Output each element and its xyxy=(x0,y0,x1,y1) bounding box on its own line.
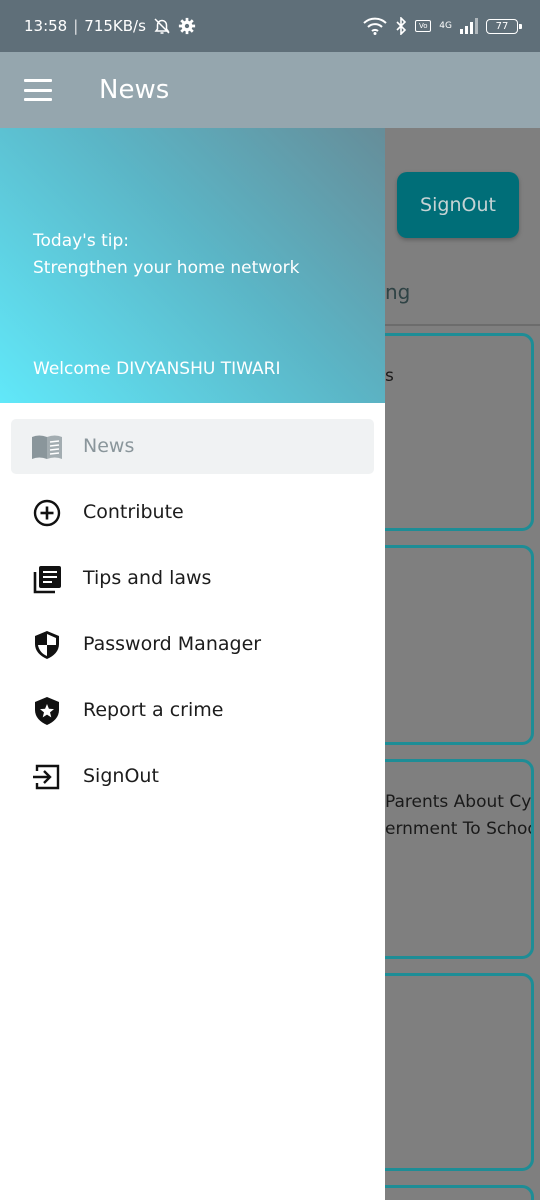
bluetooth-icon xyxy=(396,17,407,35)
network-type: 4G xyxy=(439,21,452,31)
book-open-icon xyxy=(32,435,62,459)
status-left: 13:58 | 715KB/s xyxy=(24,0,196,52)
status-speed: 715KB/s xyxy=(84,17,146,35)
tip-text: Strengthen your home network xyxy=(33,258,300,278)
card-text: s xyxy=(385,366,394,386)
wifi-icon xyxy=(363,17,387,35)
welcome-text: Welcome DIVYANSHU TIWARI xyxy=(33,359,281,379)
menu-bar-line xyxy=(24,98,52,101)
background-news-card xyxy=(360,973,534,1171)
menu-bar-line xyxy=(24,88,52,92)
drawer-item-tips-and-laws[interactable]: Tips and laws xyxy=(11,551,374,606)
background-divider xyxy=(385,324,540,326)
drawer-item-report-a-crime[interactable]: Report a crime xyxy=(11,683,374,738)
background-tab-label: ng xyxy=(385,280,411,304)
drawer-header: Today's tip: Strengthen your home networ… xyxy=(0,128,385,403)
background-news-card: s xyxy=(360,333,534,531)
drawer-item-signout[interactable]: SignOut xyxy=(11,749,374,804)
hamburger-menu-icon[interactable] xyxy=(24,79,52,101)
signal-icon xyxy=(460,18,478,34)
add-circle-icon xyxy=(33,499,61,527)
drawer-item-label: Report a crime xyxy=(83,699,224,721)
drawer-item-password-manager[interactable]: Password Manager xyxy=(11,617,374,672)
background-news-card: Parents About Cy ernment To Schoo xyxy=(360,759,534,959)
background-news-card xyxy=(360,1185,534,1200)
library-books-icon xyxy=(33,566,61,594)
drawer-item-label: News xyxy=(83,435,135,457)
drawer-item-label: SignOut xyxy=(83,765,159,787)
police-badge-icon xyxy=(35,697,59,725)
status-bar: 13:58 | 715KB/s Vo 4G 77 xyxy=(0,0,540,52)
battery-level: 77 xyxy=(495,20,509,32)
settings-gear-icon xyxy=(178,17,196,35)
drawer-item-contribute[interactable]: Contribute xyxy=(11,485,374,540)
tip-label: Today's tip: xyxy=(33,231,130,251)
background-signout-button: SignOut xyxy=(397,172,519,238)
navigation-drawer: Today's tip: Strengthen your home networ… xyxy=(0,128,385,1200)
card-text: Parents About Cy xyxy=(385,792,532,812)
alarm-off-icon xyxy=(154,18,170,34)
drawer-item-news[interactable]: News xyxy=(11,419,374,474)
shield-icon xyxy=(35,631,59,659)
status-separator: | xyxy=(73,17,79,35)
drawer-item-label: Contribute xyxy=(83,501,184,523)
volte-badge: Vo xyxy=(415,20,432,32)
background-news-card xyxy=(360,545,534,745)
app-bar-title: News xyxy=(99,75,170,105)
battery-icon: 77 xyxy=(486,18,522,34)
status-right: Vo 4G 77 xyxy=(363,0,522,52)
card-text: ernment To Schoo xyxy=(385,819,534,839)
drawer-item-label: Tips and laws xyxy=(83,567,212,589)
menu-bar-line xyxy=(24,79,52,82)
drawer-item-label: Password Manager xyxy=(83,633,262,655)
exit-icon xyxy=(33,764,60,790)
status-time: 13:58 xyxy=(24,17,68,35)
app-bar: News xyxy=(0,52,540,128)
